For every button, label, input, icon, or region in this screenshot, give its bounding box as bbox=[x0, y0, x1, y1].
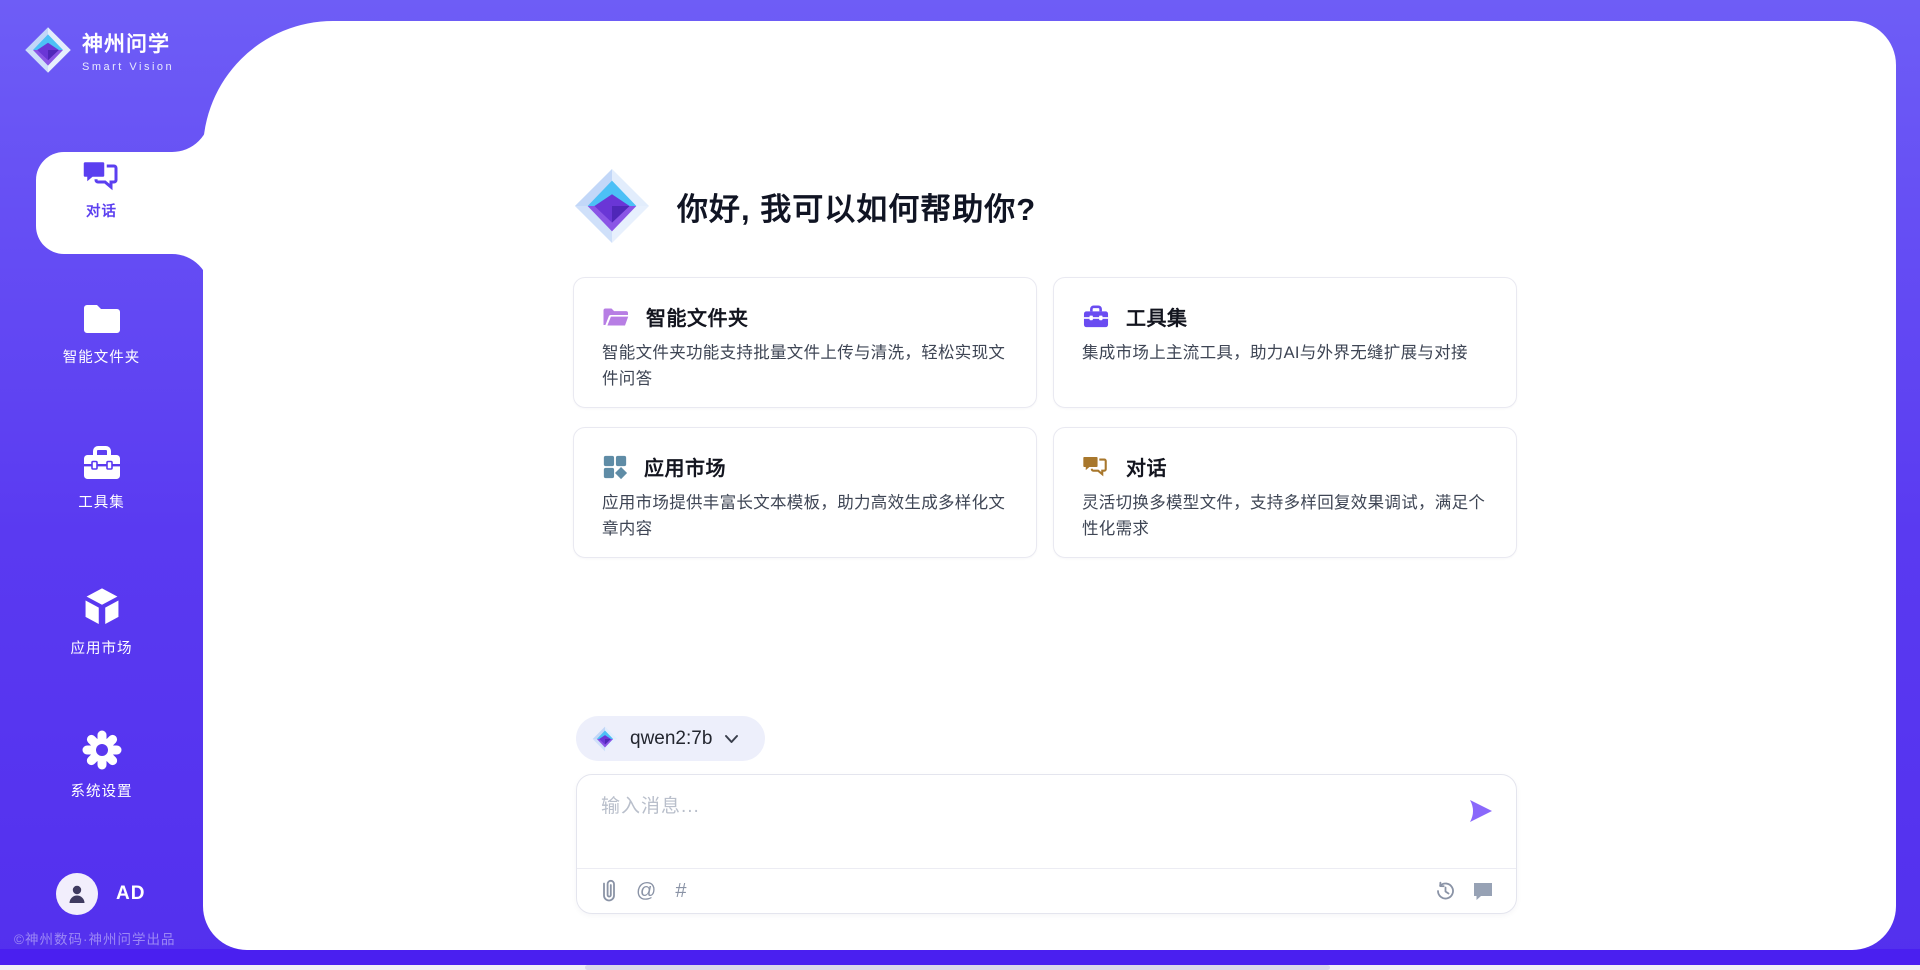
app-window: 神州问学 Smart Vision 对话 智能文件夹 bbox=[0, 0, 1920, 970]
assistant-diamond-icon bbox=[573, 167, 651, 245]
sidebar-item-app-market[interactable]: 应用市场 bbox=[0, 585, 203, 658]
card-description: 灵活切换多模型文件，支持多样回复效果调试，满足个性化需求 bbox=[1082, 491, 1490, 542]
card-description: 智能文件夹功能支持批量文件上传与清洗，轻松实现文件问答 bbox=[602, 341, 1010, 392]
brand-diamond-icon bbox=[24, 26, 72, 74]
brand-logo: 神州问学 Smart Vision bbox=[24, 26, 174, 74]
sidebar: 神州问学 Smart Vision 对话 智能文件夹 bbox=[0, 0, 203, 965]
chevron-down-icon bbox=[724, 734, 739, 744]
sidebar-item-label: 智能文件夹 bbox=[63, 350, 141, 366]
card-title: 工具集 bbox=[1126, 302, 1188, 331]
briefcase-icon bbox=[1082, 304, 1110, 329]
horizontal-scrollbar[interactable] bbox=[0, 965, 1920, 970]
greeting: 你好, 我可以如何帮助你? bbox=[573, 167, 1036, 245]
user-name: AD bbox=[116, 883, 145, 905]
send-icon[interactable] bbox=[1468, 799, 1494, 823]
sidebar-item-label: 系统设置 bbox=[71, 784, 133, 800]
sidebar-item-chat[interactable]: 对话 bbox=[0, 158, 203, 221]
main-content-panel: 你好, 我可以如何帮助你? 智能文件夹 智能文件夹功能支持批量文件上传与清洗，轻… bbox=[203, 21, 1896, 950]
topic-hash-icon[interactable]: # bbox=[675, 881, 686, 901]
toolbox-icon bbox=[80, 443, 124, 483]
feature-cards: 智能文件夹 智能文件夹功能支持批量文件上传与清洗，轻松实现文件问答 工具集 集成… bbox=[573, 277, 1517, 558]
person-icon bbox=[65, 882, 89, 906]
card-toolset[interactable]: 工具集 集成市场上主流工具，助力AI与外界无缝扩展与对接 bbox=[1053, 277, 1517, 408]
sidebar-item-settings[interactable]: 系统设置 bbox=[0, 728, 203, 801]
avatar bbox=[56, 873, 98, 915]
model-selector[interactable]: qwen2:7b bbox=[576, 716, 765, 761]
bottom-accent-strip bbox=[0, 949, 1920, 965]
greeting-title: 你好, 我可以如何帮助你? bbox=[677, 184, 1036, 229]
sidebar-item-label: 对话 bbox=[0, 200, 203, 221]
mention-icon[interactable]: @ bbox=[636, 881, 656, 901]
sidebar-item-smart-folder[interactable]: 智能文件夹 bbox=[0, 300, 203, 367]
folder-icon bbox=[80, 300, 124, 338]
history-icon[interactable] bbox=[1434, 880, 1456, 902]
card-smart-folder[interactable]: 智能文件夹 智能文件夹功能支持批量文件上传与清洗，轻松实现文件问答 bbox=[573, 277, 1037, 408]
message-input[interactable] bbox=[601, 791, 1441, 851]
card-description: 集成市场上主流工具，助力AI与外界无缝扩展与对接 bbox=[1082, 341, 1490, 367]
composer-divider bbox=[577, 868, 1516, 869]
card-description: 应用市场提供丰富长文本模板，助力高效生成多样化文章内容 bbox=[602, 491, 1010, 542]
brand-name: 神州问学 bbox=[82, 28, 174, 58]
gear-icon bbox=[80, 728, 124, 772]
model-diamond-icon bbox=[592, 726, 618, 752]
sidebar-item-toolset[interactable]: 工具集 bbox=[0, 443, 203, 512]
cube-icon bbox=[80, 585, 124, 629]
user-account[interactable]: AD bbox=[56, 873, 145, 915]
sidebar-footer-text: ©神州数码·神州问学出品 bbox=[14, 928, 175, 948]
card-title: 应用市场 bbox=[644, 452, 726, 481]
chat-bubbles-icon bbox=[82, 158, 122, 194]
conversations-icon[interactable] bbox=[1472, 881, 1494, 901]
card-title: 智能文件夹 bbox=[646, 302, 749, 331]
brand-subtitle: Smart Vision bbox=[82, 61, 174, 73]
sidebar-item-label: 工具集 bbox=[78, 495, 125, 511]
tiles-icon bbox=[602, 454, 628, 480]
model-name: qwen2:7b bbox=[630, 728, 712, 750]
sidebar-item-label: 应用市场 bbox=[71, 641, 133, 657]
card-title: 对话 bbox=[1126, 452, 1167, 481]
chat-bubbles-icon bbox=[1082, 454, 1110, 479]
message-composer: @ # bbox=[576, 774, 1517, 914]
card-app-market[interactable]: 应用市场 应用市场提供丰富长文本模板，助力高效生成多样化文章内容 bbox=[573, 427, 1037, 558]
folder-open-icon bbox=[602, 305, 630, 329]
scrollbar-thumb[interactable] bbox=[585, 965, 1330, 970]
attach-file-icon[interactable] bbox=[601, 879, 617, 903]
card-chat[interactable]: 对话 灵活切换多模型文件，支持多样回复效果调试，满足个性化需求 bbox=[1053, 427, 1517, 558]
